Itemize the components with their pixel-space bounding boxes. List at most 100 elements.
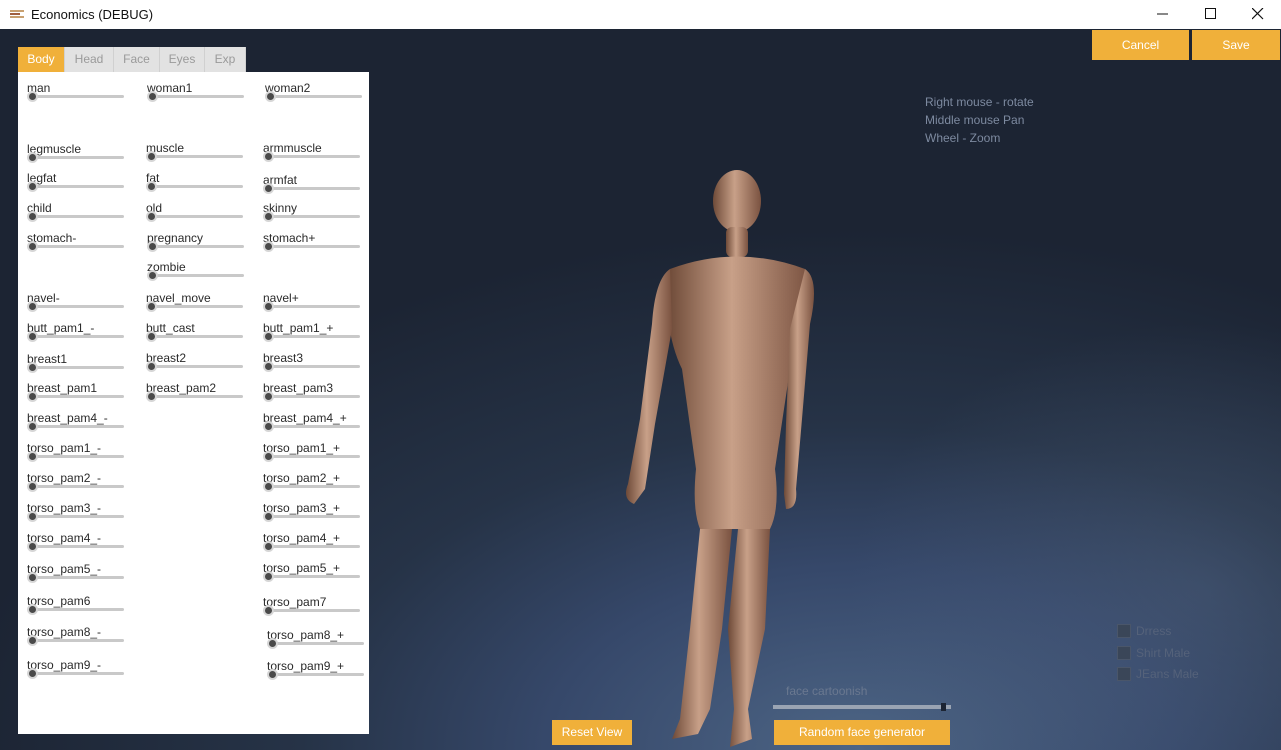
slider-handle[interactable] xyxy=(146,301,157,312)
slider-track[interactable] xyxy=(271,673,364,676)
slider-track[interactable] xyxy=(269,95,362,98)
slider-handle[interactable] xyxy=(27,241,38,252)
slider-handle[interactable] xyxy=(147,91,158,102)
slider-handle[interactable] xyxy=(146,391,157,402)
slider-track[interactable] xyxy=(150,335,243,338)
slider-track[interactable] xyxy=(31,215,124,218)
slider-track[interactable] xyxy=(267,455,360,458)
slider-handle[interactable] xyxy=(263,421,274,432)
slider-track[interactable] xyxy=(267,365,360,368)
slider-handle[interactable] xyxy=(263,361,274,372)
slider-handle[interactable] xyxy=(27,668,38,679)
slider-handle[interactable] xyxy=(27,421,38,432)
slider-handle[interactable] xyxy=(27,181,38,192)
maximize-button[interactable] xyxy=(1188,0,1234,29)
slider-handle[interactable] xyxy=(263,241,274,252)
slider-handle[interactable] xyxy=(263,301,274,312)
slider-track[interactable] xyxy=(267,609,360,612)
slider-handle[interactable] xyxy=(147,241,158,252)
cancel-button[interactable]: Cancel xyxy=(1092,30,1189,60)
slider-handle[interactable] xyxy=(263,481,274,492)
slider-track[interactable] xyxy=(31,515,124,518)
slider-track[interactable] xyxy=(151,95,244,98)
slider-handle[interactable] xyxy=(263,211,274,222)
slider-track[interactable] xyxy=(31,95,124,98)
slider-handle[interactable] xyxy=(146,181,157,192)
slider-track[interactable] xyxy=(31,245,124,248)
slider-handle[interactable] xyxy=(27,362,38,373)
minimize-button[interactable] xyxy=(1140,0,1186,29)
slider-handle[interactable] xyxy=(267,638,278,649)
slider-track[interactable] xyxy=(31,366,124,369)
slider-handle[interactable] xyxy=(263,541,274,552)
slider-track[interactable] xyxy=(150,185,243,188)
slider-track[interactable] xyxy=(267,305,360,308)
slider-handle[interactable] xyxy=(146,331,157,342)
slider-track[interactable] xyxy=(267,545,360,548)
slider-handle[interactable] xyxy=(263,451,274,462)
tab-eyes[interactable]: Eyes xyxy=(160,47,205,72)
slider-handle[interactable] xyxy=(27,152,38,163)
character-model[interactable] xyxy=(600,149,830,749)
slider-track[interactable] xyxy=(31,425,124,428)
tab-face[interactable]: Face xyxy=(114,47,160,72)
slider-handle[interactable] xyxy=(265,91,276,102)
shirt-male-checkbox[interactable] xyxy=(1117,646,1131,660)
slider-track[interactable] xyxy=(31,185,124,188)
slider-handle[interactable] xyxy=(263,183,274,194)
reset-view-button[interactable]: Reset View xyxy=(552,720,632,745)
jeans-male-checkbox[interactable] xyxy=(1117,667,1131,681)
slider-handle[interactable] xyxy=(27,91,38,102)
slider-track[interactable] xyxy=(267,155,360,158)
slider-track[interactable] xyxy=(31,608,124,611)
slider-handle[interactable] xyxy=(27,604,38,615)
save-button[interactable]: Save xyxy=(1192,30,1280,60)
slider-handle[interactable] xyxy=(27,211,38,222)
slider-handle[interactable] xyxy=(27,541,38,552)
slider-handle[interactable] xyxy=(27,301,38,312)
slider-handle[interactable] xyxy=(263,511,274,522)
slider-handle[interactable] xyxy=(27,331,38,342)
slider-handle[interactable] xyxy=(146,211,157,222)
slider-track[interactable] xyxy=(267,485,360,488)
slider-track[interactable] xyxy=(267,215,360,218)
random-face-button[interactable]: Random face generator xyxy=(774,720,950,745)
tab-exp[interactable]: Exp xyxy=(205,47,246,72)
slider-handle[interactable] xyxy=(263,331,274,342)
slider-track[interactable] xyxy=(150,395,243,398)
slider-handle[interactable] xyxy=(27,635,38,646)
slider-track[interactable] xyxy=(151,274,244,277)
slider-track[interactable] xyxy=(267,515,360,518)
slider-track[interactable] xyxy=(31,455,124,458)
slider-track[interactable] xyxy=(31,672,124,675)
slider-track[interactable] xyxy=(150,365,243,368)
slider-handle[interactable] xyxy=(267,669,278,680)
slider-track[interactable] xyxy=(31,576,124,579)
slider-track[interactable] xyxy=(31,335,124,338)
slider-handle[interactable] xyxy=(147,270,158,281)
slider-handle[interactable] xyxy=(263,571,274,582)
slider-track[interactable] xyxy=(31,395,124,398)
face-cartoonish-handle[interactable] xyxy=(941,703,946,711)
slider-track[interactable] xyxy=(150,155,243,158)
slider-handle[interactable] xyxy=(146,361,157,372)
slider-handle[interactable] xyxy=(263,151,274,162)
slider-track[interactable] xyxy=(267,575,360,578)
slider-track[interactable] xyxy=(267,395,360,398)
slider-track[interactable] xyxy=(267,425,360,428)
slider-handle[interactable] xyxy=(263,391,274,402)
slider-track[interactable] xyxy=(267,187,360,190)
slider-handle[interactable] xyxy=(27,391,38,402)
slider-track[interactable] xyxy=(31,545,124,548)
slider-track[interactable] xyxy=(150,305,243,308)
slider-track[interactable] xyxy=(31,485,124,488)
slider-handle[interactable] xyxy=(146,151,157,162)
slider-track[interactable] xyxy=(31,639,124,642)
slider-handle[interactable] xyxy=(27,572,38,583)
close-button[interactable] xyxy=(1235,0,1281,29)
slider-handle[interactable] xyxy=(27,511,38,522)
slider-track[interactable] xyxy=(151,245,244,248)
slider-handle[interactable] xyxy=(263,605,274,616)
tab-body[interactable]: Body xyxy=(18,47,65,72)
slider-track[interactable] xyxy=(31,156,124,159)
